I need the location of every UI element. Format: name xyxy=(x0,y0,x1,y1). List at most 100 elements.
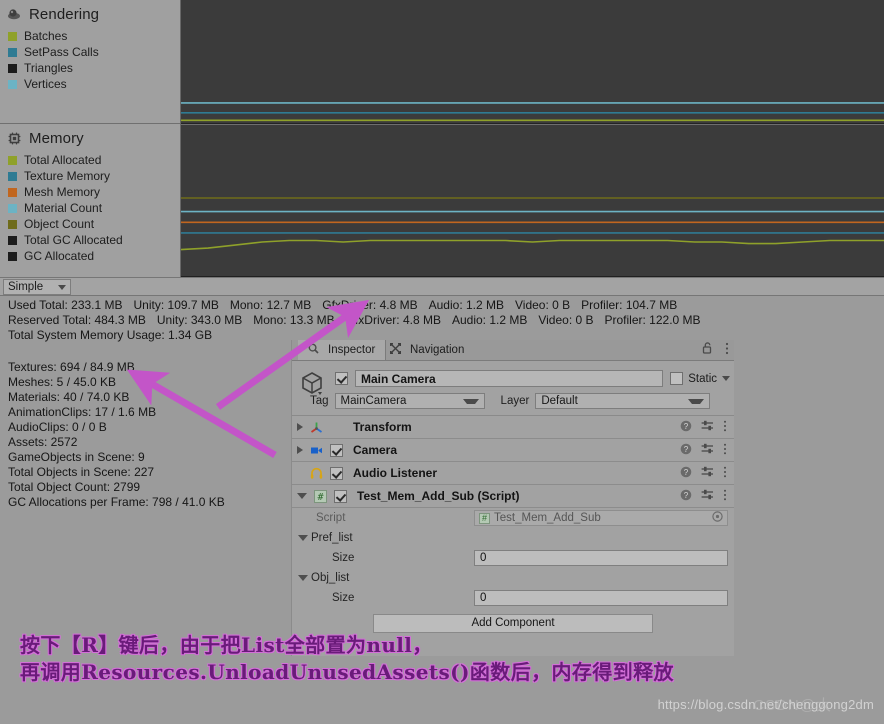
help-icon[interactable]: ? xyxy=(680,489,692,504)
script-icon: # xyxy=(313,489,328,504)
chevron-right-icon[interactable] xyxy=(297,446,303,454)
legend-item-vertices[interactable]: Vertices xyxy=(0,76,180,92)
component-row-tools: ? xyxy=(680,466,734,481)
preset-icon[interactable] xyxy=(701,489,714,504)
legend-swatch-icon xyxy=(8,236,17,245)
component-enabled-checkbox[interactable] xyxy=(330,444,343,457)
stat-detail-line: AudioClips: 0 / 0 B xyxy=(8,420,225,435)
component-row-tools: ? xyxy=(680,489,734,504)
legend-item-total-gc-allocated[interactable]: Total GC Allocated xyxy=(0,232,180,248)
legend-swatch-icon xyxy=(8,204,17,213)
component-enabled-checkbox[interactable] xyxy=(334,490,347,503)
chevron-down-icon xyxy=(58,285,66,290)
tab-navigation[interactable]: Navigation xyxy=(380,340,474,360)
kebab-menu-icon[interactable] xyxy=(723,420,727,435)
legend-item-material-count[interactable]: Material Count xyxy=(0,200,180,216)
legend-swatch-icon xyxy=(8,252,17,261)
inspector-panel: Inspector Navigation xyxy=(291,340,734,656)
legend-item-object-count[interactable]: Object Count xyxy=(0,216,180,232)
stat-detail-line: AnimationClips: 17 / 1.6 MB xyxy=(8,405,225,420)
property-row-script[interactable]: Script#Test_Mem_Add_Sub xyxy=(292,508,734,528)
memory-header[interactable]: Memory xyxy=(0,124,180,152)
gameobject-header: Main Camera Static Tag MainCamera Layer … xyxy=(292,361,734,416)
kebab-menu-icon[interactable] xyxy=(723,489,727,504)
stat-item: Unity: 343.0 MB xyxy=(157,313,242,327)
property-row-size[interactable]: Size0 xyxy=(292,588,734,608)
tag-layer-row: Tag MainCamera Layer Default xyxy=(310,393,734,409)
help-icon[interactable]: ? xyxy=(680,420,692,435)
legend-swatch-icon xyxy=(8,156,17,165)
legend-item-batches[interactable]: Batches xyxy=(0,28,180,44)
legend-item-gc-allocated[interactable]: GC Allocated xyxy=(0,248,180,264)
component-row-audio-listener[interactable]: Audio Listener? xyxy=(292,462,734,485)
help-icon[interactable]: ? xyxy=(680,443,692,458)
static-toggle-group[interactable]: Static xyxy=(670,372,730,385)
stat-item: Audio: 1.2 MB xyxy=(452,313,527,327)
size-value: 0 xyxy=(480,552,486,564)
preset-icon[interactable] xyxy=(701,420,714,435)
stat-detail-line: Total Objects in Scene: 227 xyxy=(8,465,225,480)
legend-item-mesh-memory[interactable]: Mesh Memory xyxy=(0,184,180,200)
component-row-camera[interactable]: Camera? xyxy=(292,439,734,462)
kebab-menu-icon[interactable] xyxy=(723,466,727,481)
legend-item-setpass-calls[interactable]: SetPass Calls xyxy=(0,44,180,60)
component-row-test-mem-add-sub-script-[interactable]: #Test_Mem_Add_Sub (Script)? xyxy=(292,485,734,508)
property-row-size[interactable]: Size0 xyxy=(292,548,734,568)
stat-item: Used Total: 233.1 MB xyxy=(8,298,123,312)
layer-value: Default xyxy=(541,395,577,407)
script-object-value: Test_Mem_Add_Sub xyxy=(494,512,601,524)
stat-item: Mono: 13.3 MB xyxy=(253,313,334,327)
static-dropdown-icon[interactable] xyxy=(722,376,730,381)
stat-detail-line: GC Allocations per Frame: 798 / 41.0 KB xyxy=(8,495,225,510)
legend-swatch-icon xyxy=(8,64,17,73)
kebab-menu-icon[interactable] xyxy=(725,342,730,357)
memory-stats-summary: Used Total: 233.1 MBUnity: 109.7 MBMono:… xyxy=(0,298,884,343)
size-input[interactable]: 0 xyxy=(474,590,728,606)
kebab-menu-icon[interactable] xyxy=(723,443,727,458)
layer-dropdown[interactable]: Default xyxy=(535,393,710,409)
preset-icon[interactable] xyxy=(701,466,714,481)
help-icon[interactable]: ? xyxy=(680,466,692,481)
component-enabled-checkbox[interactable] xyxy=(330,467,343,480)
svg-text:?: ? xyxy=(684,445,689,454)
size-value: 0 xyxy=(480,592,486,604)
legend-item-total-allocated[interactable]: Total Allocated xyxy=(0,152,180,168)
chevron-down-icon[interactable] xyxy=(298,535,308,541)
property-row-obj-list[interactable]: Obj_list xyxy=(292,568,734,588)
legend-item-texture-memory[interactable]: Texture Memory xyxy=(0,168,180,184)
legend-item-triangles[interactable]: Triangles xyxy=(0,60,180,76)
property-row-pref-list[interactable]: Pref_list xyxy=(292,528,734,548)
legend-swatch-icon xyxy=(8,80,17,89)
component-list: Transform?Camera?Audio Listener?#Test_Me… xyxy=(292,416,734,508)
preset-icon[interactable] xyxy=(701,443,714,458)
rendering-header[interactable]: Rendering xyxy=(0,0,180,28)
chevron-down-icon[interactable] xyxy=(298,575,308,581)
stat-item: Audio: 1.2 MB xyxy=(429,298,504,312)
gameobject-enabled-checkbox[interactable] xyxy=(335,372,348,385)
add-component-button[interactable]: Add Component xyxy=(373,614,653,633)
view-mode-dropdown[interactable]: Simple xyxy=(3,279,71,295)
chevron-right-icon[interactable] xyxy=(297,423,303,431)
component-row-transform[interactable]: Transform? xyxy=(292,416,734,439)
lock-open-icon[interactable] xyxy=(702,342,717,357)
chevron-down-icon[interactable] xyxy=(297,493,307,499)
tag-dropdown[interactable]: MainCamera xyxy=(335,393,485,409)
object-picker-icon[interactable] xyxy=(712,511,723,525)
static-checkbox[interactable] xyxy=(670,372,683,385)
memory-chart[interactable] xyxy=(181,125,884,277)
watermark-url: https://blog.csdn.net/chenggong2dm xyxy=(658,697,874,712)
component-name: Audio Listener xyxy=(353,466,437,480)
series-line-total-allocated xyxy=(181,241,884,250)
stat-detail-line: GameObjects in Scene: 9 xyxy=(8,450,225,465)
profiler-panel: Rendering BatchesSetPass CallsTrianglesV… xyxy=(0,0,884,277)
profiler-detail-toolbar: Simple xyxy=(0,277,884,296)
script-object-field[interactable]: #Test_Mem_Add_Sub xyxy=(474,510,728,526)
svg-text:?: ? xyxy=(684,422,689,431)
tab-inspector[interactable]: Inspector xyxy=(298,340,386,360)
rendering-chart[interactable] xyxy=(181,0,884,125)
size-input[interactable]: 0 xyxy=(474,550,728,566)
memory-legend-block: Memory Total AllocatedTexture MemoryMesh… xyxy=(0,124,180,276)
stat-item: Profiler: 104.7 MB xyxy=(581,298,677,312)
memory-legend-list: Total AllocatedTexture MemoryMesh Memory… xyxy=(0,152,180,264)
gameobject-name-input[interactable]: Main Camera xyxy=(355,370,663,387)
